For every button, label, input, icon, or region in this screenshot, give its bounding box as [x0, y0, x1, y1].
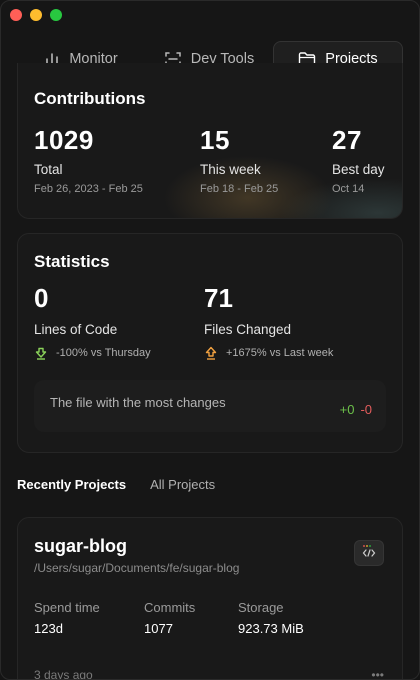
- app-window: Monitor Dev Tools Projects Contributions…: [0, 0, 420, 680]
- most-changed-label: The file with the most changes: [50, 394, 226, 410]
- spend-time-stat: Spend time 123d: [34, 600, 100, 636]
- lines-of-code-stat: 0 Lines of Code -100% vs Thursday: [34, 283, 151, 360]
- total-value: 1029: [34, 125, 94, 155]
- files-label: Files Changed: [204, 322, 292, 337]
- statistics-title: Statistics: [34, 252, 110, 271]
- trend-up-icon: [204, 346, 218, 360]
- commits-stat: Commits 1077: [144, 600, 195, 636]
- project-path: /Users/sugar/Documents/fe/sugar-blog: [34, 561, 240, 575]
- contributions-title: Contributions: [34, 89, 146, 108]
- lines-added: +0: [339, 401, 355, 417]
- more-options-icon[interactable]: •••: [371, 668, 384, 679]
- files-delta-text: +1675% vs Last week: [226, 347, 334, 359]
- lines-removed: -0: [360, 401, 372, 417]
- tab-recent-projects[interactable]: Recently Projects: [17, 477, 126, 492]
- best-range: Oct 14: [332, 183, 365, 195]
- most-changed-file[interactable]: The file with the most changes +0 -0: [34, 380, 386, 432]
- project-tabs: Recently Projects All Projects: [17, 477, 215, 492]
- contributions-total: 1029 Total Feb 26, 2023 - Feb 25: [34, 125, 143, 195]
- spend-time-value: 123d: [34, 621, 63, 636]
- open-in-editor-button[interactable]: [354, 540, 384, 566]
- contributions-week: 15 This week Feb 18 - Feb 25: [200, 125, 278, 195]
- window-controls: [10, 9, 62, 21]
- lines-value: 0: [34, 283, 49, 313]
- best-label: Best day: [332, 162, 385, 177]
- spend-time-label: Spend time: [34, 600, 100, 615]
- total-range: Feb 26, 2023 - Feb 25: [34, 183, 143, 195]
- week-value: 15: [200, 125, 230, 155]
- commits-label: Commits: [144, 600, 196, 615]
- statistics-card: Statistics 0 Lines of Code -100% vs Thur…: [17, 233, 403, 453]
- files-delta: +1675% vs Last week: [204, 346, 333, 360]
- files-changed-stat: 71 Files Changed +1675% vs Last week: [204, 283, 333, 360]
- contributions-best-day: 27 Best day Oct 14: [332, 125, 385, 195]
- week-label: This week: [200, 162, 261, 177]
- code-icon: [360, 543, 378, 564]
- tab-all-projects[interactable]: All Projects: [150, 477, 215, 492]
- week-range: Feb 18 - Feb 25: [200, 183, 279, 195]
- change-counts: +0 -0: [340, 402, 372, 417]
- lines-delta-text: -100% vs Thursday: [56, 347, 151, 359]
- files-value: 71: [204, 283, 233, 313]
- best-value: 27: [332, 125, 362, 155]
- lines-delta: -100% vs Thursday: [34, 346, 151, 360]
- contributions-card: Contributions 1029 Total Feb 26, 2023 - …: [17, 63, 403, 219]
- project-card[interactable]: sugar-blog /Users/sugar/Documents/fe/sug…: [17, 517, 403, 680]
- close-window-button[interactable]: [10, 9, 22, 21]
- total-label: Total: [34, 162, 63, 177]
- project-updated: 3 days ago: [34, 668, 93, 680]
- lines-label: Lines of Code: [34, 322, 118, 337]
- storage-value: 923.73 MiB: [238, 621, 304, 636]
- storage-stat: Storage 923.73 MiB: [238, 600, 304, 636]
- trend-down-icon: [34, 346, 48, 360]
- minimize-window-button[interactable]: [30, 9, 42, 21]
- project-name: sugar-blog: [34, 536, 127, 556]
- storage-label: Storage: [238, 600, 284, 615]
- commits-value: 1077: [144, 621, 173, 636]
- maximize-window-button[interactable]: [50, 9, 62, 21]
